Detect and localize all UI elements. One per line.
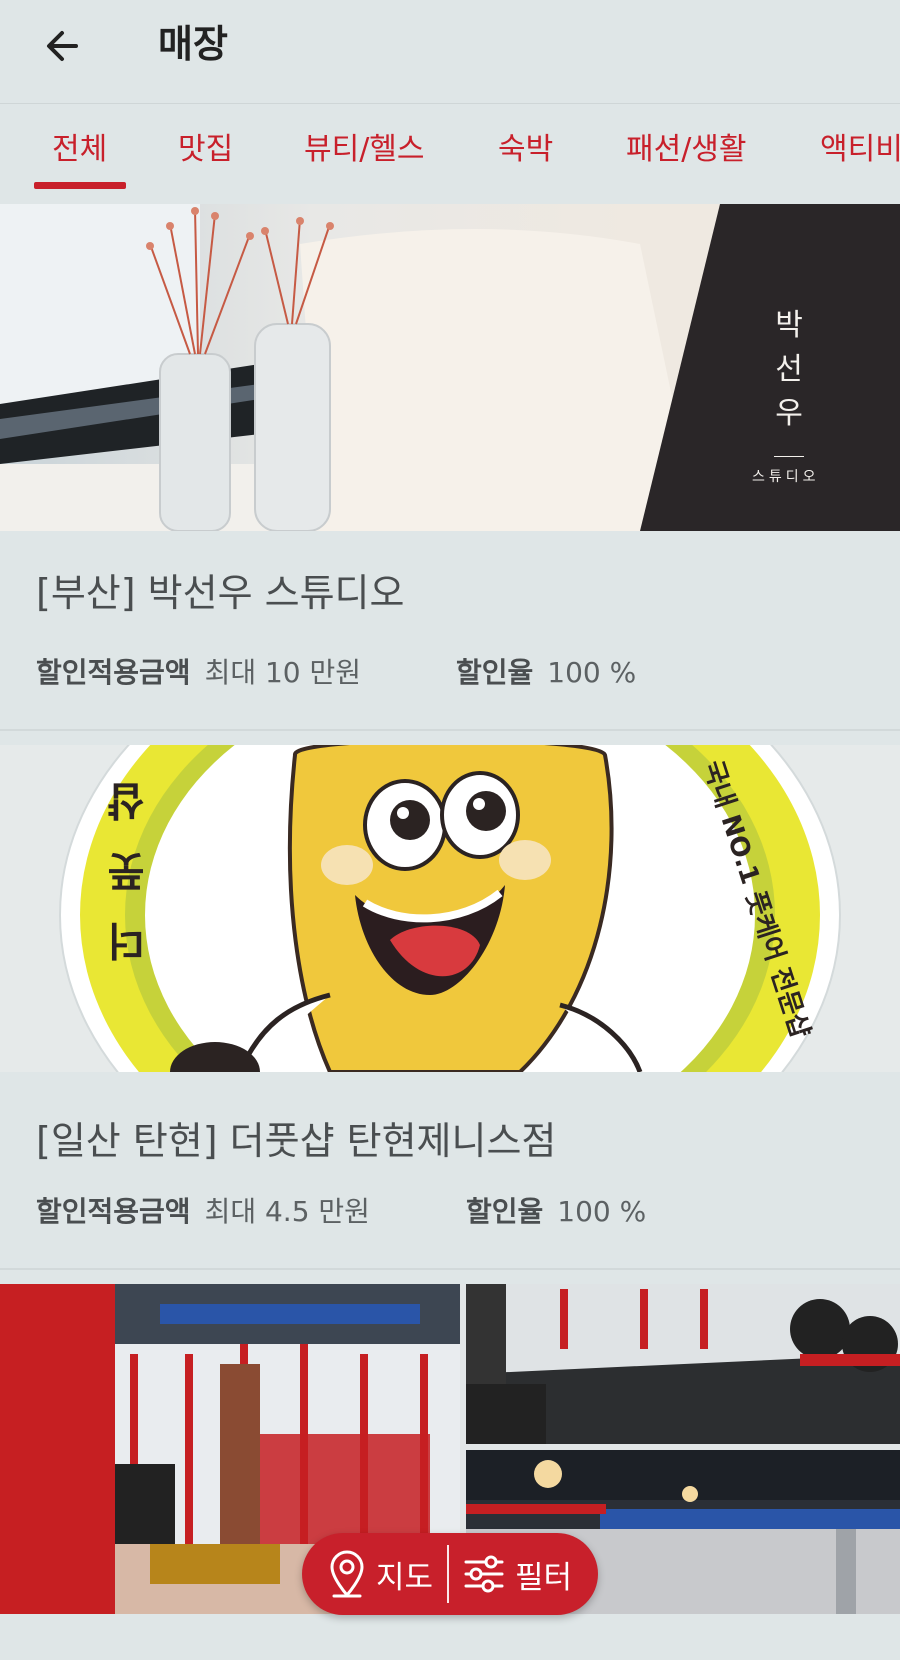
map-pin-icon: [330, 1550, 364, 1598]
discount-amount-label: 할인적용금액: [36, 1195, 191, 1228]
store-image: 박선우 스튜디오: [0, 204, 900, 531]
discount-rate-value: 100 %: [547, 656, 637, 689]
map-filter-fab: 지도 필터: [302, 1533, 598, 1615]
discount-rate-label: 할인율: [456, 656, 534, 689]
card-divider: [0, 1268, 900, 1270]
page-title: 매장: [158, 22, 228, 66]
filter-button-label: 필터: [515, 1559, 573, 1596]
discount-amount-value: 최대 10 만원: [204, 656, 362, 689]
arrow-left-icon: [47, 31, 78, 61]
active-tab-indicator: [34, 182, 126, 189]
back-button[interactable]: [38, 22, 86, 70]
fab-divider: [447, 1545, 449, 1603]
store-image: 더풋샵 국내 NO.1 풋케어 전문샵: [0, 745, 900, 1072]
tab-activity[interactable]: 액티비: [820, 130, 900, 170]
map-button-label: 지도: [375, 1559, 433, 1596]
shop-logo-text: 더풋샵: [107, 777, 145, 963]
discount-amount: 할인적용금액 최대 4.5 만원: [36, 1194, 370, 1230]
category-tabs: 전체 맛집 뷰티/헬스 숙박 패션/생활 액티비: [0, 104, 900, 204]
discount-rate-label: 할인율: [466, 1195, 544, 1228]
sliders-icon: [464, 1555, 504, 1593]
discount-amount: 할인적용금액 최대 10 만원: [36, 655, 361, 691]
filter-button[interactable]: 필터: [449, 1552, 586, 1597]
store-card[interactable]: 박선우 스튜디오 [부산] 박선우 스튜디오 할인적용금액 최대 10 만원 할인…: [0, 204, 900, 730]
tab-all[interactable]: 전체: [52, 130, 107, 170]
tab-lodging[interactable]: 숙박: [498, 130, 553, 170]
discount-rate-value: 100 %: [557, 1195, 647, 1228]
studio-logo-divider: [774, 456, 804, 457]
app-header: 매장: [0, 0, 900, 104]
map-button[interactable]: 지도: [314, 1550, 447, 1598]
discount-rate: 할인율 100 %: [456, 655, 636, 691]
studio-logo-text: 박선우: [775, 308, 803, 431]
studio-logo-subtext: 스튜디오: [752, 469, 820, 485]
store-title: [부산] 박선우 스튜디오: [36, 571, 405, 615]
discount-amount-value: 최대 4.5 만원: [204, 1195, 370, 1228]
tab-beauty-health[interactable]: 뷰티/헬스: [304, 130, 425, 170]
store-title: [일산 탄현] 더풋샵 탄현제니스점: [36, 1119, 557, 1163]
tab-fashion-living[interactable]: 패션/생활: [626, 130, 747, 170]
discount-rate: 할인율 100 %: [466, 1194, 646, 1230]
discount-amount-label: 할인적용금액: [36, 656, 191, 689]
store-card[interactable]: 더풋샵 국내 NO.1 풋케어 전문샵 [일산 탄현] 더풋샵 탄현제니스점 할…: [0, 731, 900, 1268]
tab-restaurants[interactable]: 맛집: [178, 130, 233, 170]
